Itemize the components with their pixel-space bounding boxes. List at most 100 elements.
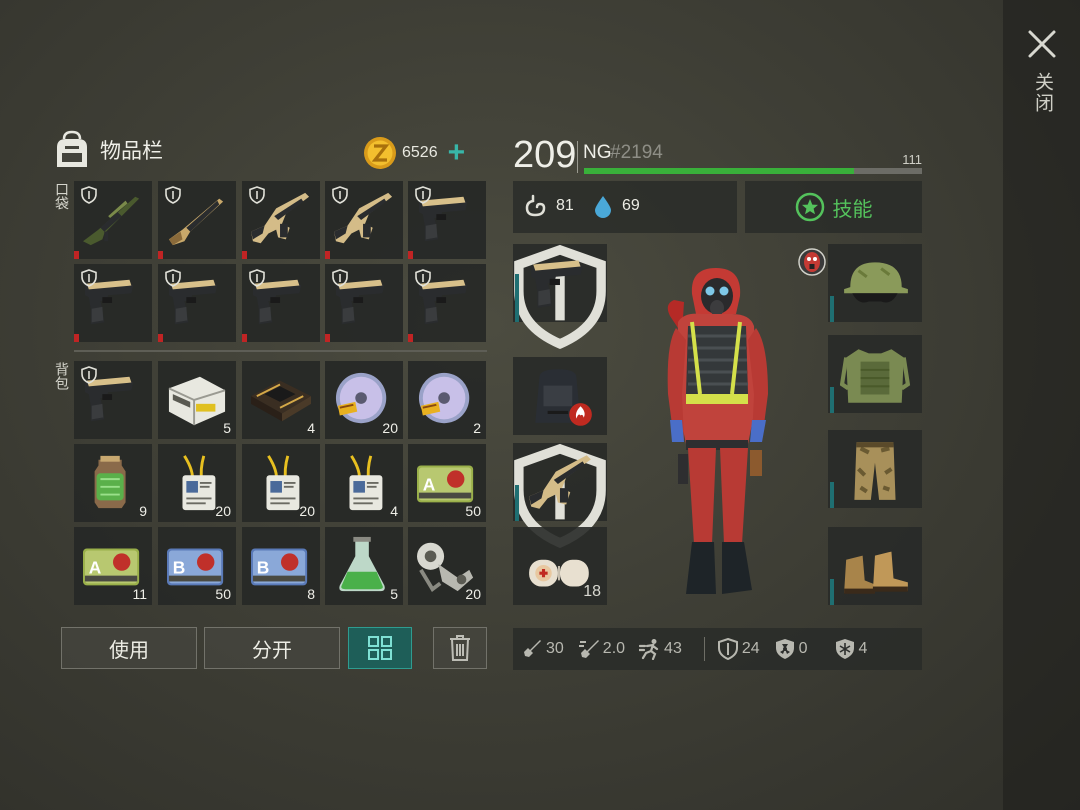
pocket-slot[interactable] [74,181,152,259]
item-count: 5 [390,586,398,602]
backpack-slot[interactable]: 20 [242,444,320,522]
chip-board-icon [251,380,311,422]
durability-bar [830,579,834,605]
vitals-panel: 81 69 [513,181,737,233]
coin-counter: 6526 + [362,135,488,171]
protected-icon [165,269,181,287]
speed-icon [639,639,659,660]
durability-indicator [158,251,163,259]
backpack-slot[interactable]: 9 [74,444,152,522]
id-badge-icon [349,455,383,511]
skills-button[interactable]: 技能 [745,181,922,233]
item-count: 50 [465,503,481,519]
equip-slot-body[interactable] [828,335,922,413]
durability-bar [830,482,834,508]
sector-b-card-icon: B [251,548,308,586]
pocket-label: 口袋 [54,182,70,210]
svg-text:A: A [89,558,102,578]
item-count: 4 [390,503,398,519]
stat-radiation: 0 [774,638,808,660]
durability-indicator [325,251,330,259]
backpack-slot[interactable]: A 50 [408,444,486,522]
xp-label: 111 [902,152,922,167]
pocket-slot[interactable] [158,264,236,342]
close-label[interactable]: 关闭 [1028,72,1056,114]
sort-button[interactable] [348,627,412,669]
cd-disc-icon [418,372,470,424]
stat-value: 24 [741,640,760,657]
water-drop-icon [595,196,611,218]
protected-icon [81,186,97,204]
item-count: 20 [299,503,315,519]
svg-text:B: B [257,558,270,578]
equip-slot-secondary[interactable] [513,443,607,548]
star-icon [795,192,824,222]
backpack-slot[interactable] [74,361,152,439]
pocket-slot[interactable] [242,264,320,342]
pocket-slot[interactable] [325,181,403,259]
item-count: 4 [307,420,315,436]
protected-icon [165,186,181,204]
split-button[interactable]: 分开 [204,627,340,669]
grid-sort-icon [368,636,392,660]
camo-pants-icon [854,442,896,500]
item-count: 18 [583,583,601,600]
backpack-slot[interactable]: 2 [408,361,486,439]
backpack-slot[interactable]: 20 [325,361,403,439]
durability-indicator [242,334,247,342]
backpack-slot[interactable]: B8 [242,527,320,605]
skills-label: 技能 [832,198,873,221]
pocket-slot[interactable] [74,264,152,342]
flask-icon [339,536,385,592]
radiation-icon [775,639,794,659]
melee-damage-icon [524,640,541,657]
protected-icon [415,186,431,204]
cold-resist-icon [835,639,854,659]
armor-vest-icon [840,349,911,403]
equip-slot-feet[interactable] [828,527,922,605]
stat-cold: 4 [834,638,867,660]
trash-icon [450,635,470,661]
boots-icon [844,551,908,594]
equip-slot-legs[interactable] [828,430,922,508]
backpack-label: 背包 [54,362,70,390]
backpack-slot[interactable]: B 50 [158,527,236,605]
backpack-slot[interactable]: 5 [325,527,403,605]
coin-icon [364,137,396,169]
stat-armor: 24 [717,638,760,660]
backpack-slot[interactable]: 20 [158,444,236,522]
trash-button[interactable] [433,627,487,669]
durability-indicator [325,334,330,342]
durability-indicator [74,334,79,342]
pocket-slot[interactable] [408,181,486,259]
equip-slot-head[interactable] [828,244,922,322]
protected-icon [332,269,348,287]
plus-icon[interactable]: + [448,138,466,168]
backpack-slot[interactable]: 4 [242,361,320,439]
player-tag: #2194 [610,142,663,163]
item-count: 2 [473,420,481,436]
pocket-slot[interactable] [408,264,486,342]
backpack-fire-icon [535,369,592,426]
item-count: 20 [215,503,231,519]
backpack-slot[interactable]: 20 [408,527,486,605]
protected-icon [249,269,265,287]
use-button[interactable]: 使用 [61,627,197,669]
equip-slot-backpack[interactable] [513,357,607,435]
circuit-box-icon [168,376,226,426]
equip-slot-consumable[interactable]: 18 [513,527,607,605]
pocket-slot[interactable] [158,181,236,259]
item-count: 50 [215,586,231,602]
durability-indicator [74,251,79,259]
xp-fill [584,168,855,174]
pocket-slot[interactable] [325,264,403,342]
stat-value: 0 [798,640,808,657]
backpack-slot[interactable]: 4 [325,444,403,522]
svg-text:B: B [173,558,186,578]
equip-slot-weapon[interactable] [513,244,607,349]
pocket-slot[interactable] [242,181,320,259]
backpack-slot[interactable]: 5 [158,361,236,439]
stat-speed: 43 [639,638,682,660]
backpack-slot[interactable]: A 11 [74,527,152,605]
close-icon[interactable] [1024,26,1060,62]
